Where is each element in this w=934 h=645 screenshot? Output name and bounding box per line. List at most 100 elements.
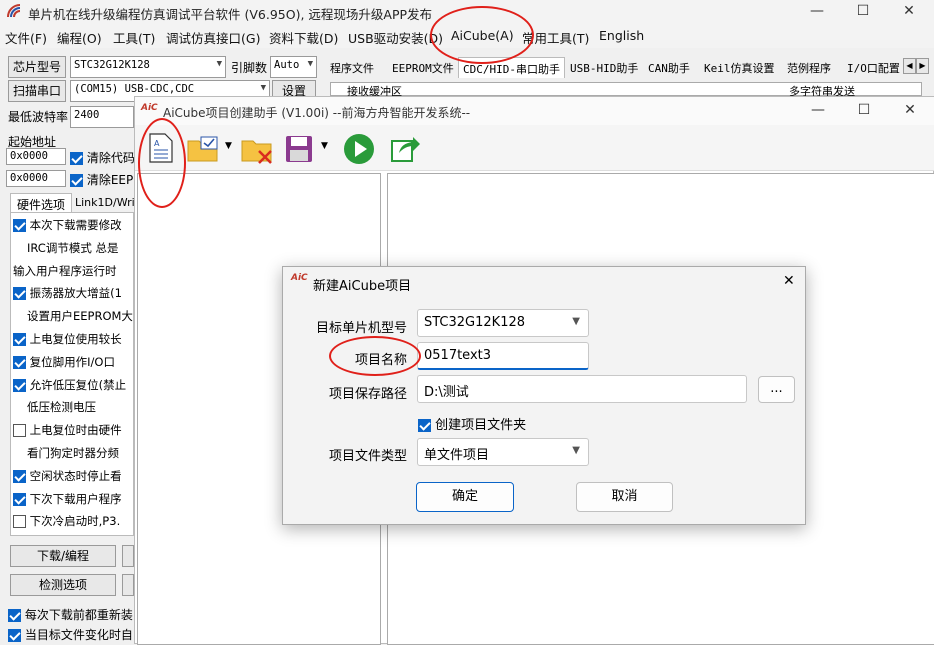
tab-can[interactable]: CAN助手	[644, 57, 694, 78]
reload-before-download-label: 每次下载前都重新装	[24, 608, 133, 622]
checkbox-icon	[13, 333, 26, 346]
hardware-option-label: 下次下载用户程序	[29, 491, 122, 506]
export-icon[interactable]	[391, 133, 421, 163]
close-project-icon[interactable]	[241, 135, 275, 165]
browse-button[interactable]: ...	[758, 376, 795, 403]
pins-label: 引脚数	[231, 61, 268, 75]
main-window-title: 单片机在线升级编程仿真调试平台软件 (V6.95O), 远程现场升级APP发布	[28, 7, 433, 22]
create-folder-option[interactable]: 创建项目文件夹	[418, 414, 526, 433]
app-logo-icon	[7, 4, 21, 18]
tab-scroll-right-button[interactable]: ▶	[916, 58, 929, 74]
cancel-button[interactable]: 取消	[576, 482, 673, 512]
aicube-maximize-button[interactable]: ☐	[841, 99, 887, 123]
aicube-minimize-button[interactable]: —	[795, 99, 841, 123]
clear-code-label: 清除代码	[86, 151, 135, 165]
pins-select[interactable]: Auto ▼	[270, 56, 317, 78]
open-project-icon[interactable]	[187, 135, 221, 163]
dialog-close-icon[interactable]: ✕	[783, 273, 795, 289]
tab-eeprom-file[interactable]: EEPROM文件	[388, 57, 458, 78]
hardware-option-item[interactable]: 本次下载需要修改	[11, 217, 133, 237]
eeprom-address-value: 0x0000	[10, 172, 48, 184]
hardware-option-item[interactable]: 振荡器放大增益(1	[11, 285, 133, 305]
close-button[interactable]: ✕	[886, 0, 932, 24]
hardware-option-item: 看门狗定时器分频	[11, 445, 133, 465]
hardware-option-item[interactable]: 下次冷启动时,P3.	[11, 513, 133, 533]
chevron-down-icon[interactable]: ▼	[225, 141, 232, 151]
tab-program-file[interactable]: 程序文件	[326, 57, 378, 78]
minimize-button[interactable]: —	[794, 0, 840, 24]
hardware-option-item: 设置用户EEPROM大	[11, 308, 133, 328]
hardware-option-label: 上电复位使用较长	[29, 332, 122, 346]
baud-select[interactable]: 2400	[70, 106, 134, 128]
hardware-option-item[interactable]: 空闲状态时停止看	[11, 468, 133, 488]
tab-link1d[interactable]: Link1D/Wri	[75, 196, 135, 209]
tab-usb-hid[interactable]: USB-HID助手	[566, 57, 642, 78]
mcu-model-value: STC32G12K128	[424, 315, 526, 330]
detect-extra-button[interactable]	[122, 574, 134, 596]
chevron-down-icon: ▼	[572, 316, 580, 327]
aicube-close-button[interactable]: ✕	[887, 99, 933, 123]
menu-tools[interactable]: 工具(T)	[113, 28, 155, 47]
checkbox-icon	[70, 174, 83, 187]
hardware-option-item[interactable]: 复位脚用作I/O口	[11, 354, 133, 374]
detect-options-button[interactable]: 检测选项	[10, 574, 116, 596]
menu-debug[interactable]: 调试仿真接口(G)	[166, 28, 260, 47]
code-address-input[interactable]: 0x0000	[6, 148, 66, 165]
checkbox-icon	[13, 355, 26, 369]
menu-usb-driver[interactable]: USB驱动安装(D)	[348, 28, 443, 47]
save-path-input[interactable]: D:\测试	[417, 375, 747, 403]
chip-model-select[interactable]: STC32G12K128 ▼	[70, 56, 226, 78]
hardware-options-list: 本次下载需要修改 IRC调节模式 总是输入用户程序运行时 振荡器放大增益(1 设置用…	[10, 212, 134, 536]
chevron-down-icon: ▼	[216, 59, 222, 69]
download-program-button[interactable]: 下载/编程	[10, 545, 116, 567]
hardware-option-item[interactable]: 上电复位使用较长	[11, 331, 133, 351]
mcu-model-label: 目标单片机型号	[316, 321, 408, 336]
file-type-select[interactable]: 单文件项目 ▼	[417, 438, 589, 466]
hardware-option-item[interactable]: 允许低压复位(禁止	[11, 377, 133, 397]
save-icon[interactable]	[285, 135, 313, 163]
aicube-logo-icon: AiC	[141, 103, 158, 113]
hardware-option-label: 上电复位时由硬件	[29, 423, 122, 438]
clear-eeprom-option[interactable]: 清除EEPR	[70, 171, 142, 188]
reload-on-change-option[interactable]: 当目标文件变化时自	[8, 626, 133, 643]
main-tabs: 程序文件 EEPROM文件 CDC/HID-串口助手 USB-HID助手 CAN…	[318, 55, 934, 79]
menu-english[interactable]: English	[599, 28, 644, 43]
checkbox-icon	[13, 287, 26, 301]
new-project-dialog: AiC 新建AiCube项目 ✕ 目标单片机型号 STC32G12K128 ▼ 项…	[282, 266, 806, 525]
reload-before-download-option[interactable]: 每次下载前都重新装	[8, 606, 133, 623]
hardware-option-item[interactable]: 下次下载用户程序	[11, 491, 133, 511]
maximize-button[interactable]: ☐	[840, 0, 886, 24]
aicube-window-title: AiCube项目创建助手 (V1.00i) --前海方舟智能开发系统--	[163, 106, 471, 120]
chip-model-label: 芯片型号	[8, 56, 66, 78]
download-extra-button[interactable]	[122, 545, 134, 567]
menu-program[interactable]: 编程(O)	[57, 28, 102, 47]
menu-download[interactable]: 资料下载(D)	[269, 28, 338, 47]
run-icon[interactable]	[343, 133, 375, 165]
tab-examples[interactable]: 范例程序	[783, 57, 835, 78]
tab-io-config[interactable]: I/O口配置	[843, 57, 903, 78]
tab-scroll-left-button[interactable]: ◀	[903, 58, 916, 74]
hardware-option-item[interactable]: 上电复位时由硬件	[11, 422, 133, 442]
checkbox-icon	[13, 424, 26, 438]
chevron-down-icon: ▼	[307, 59, 313, 69]
chip-model-value: STC32G12K128	[74, 59, 150, 71]
clear-code-option[interactable]: 清除代码	[70, 149, 135, 166]
ok-button[interactable]: 确定	[416, 482, 514, 512]
reload-on-change-label: 当目标文件变化时自	[24, 628, 133, 642]
hardware-option-label: 空闲状态时停止看	[29, 468, 122, 483]
baud-value: 2400	[74, 109, 100, 121]
project-name-input[interactable]: 0517text3	[417, 342, 589, 370]
menu-file[interactable]: 文件(F)	[5, 28, 47, 47]
port-value: (COM15) USB-CDC,CDC	[74, 83, 195, 95]
scan-port-button[interactable]: 扫描串口	[8, 80, 66, 102]
hardware-option-label: 输入用户程序运行时	[13, 263, 117, 278]
serial-panel-header: 接收缓冲区 多字符串发送	[330, 82, 922, 98]
eeprom-address-input[interactable]: 0x0000	[6, 170, 66, 187]
tab-keil-settings[interactable]: Keil仿真设置	[700, 57, 779, 78]
mcu-model-select[interactable]: STC32G12K128 ▼	[417, 309, 589, 337]
hardware-option-label: 低压检测电压	[27, 400, 96, 415]
chevron-down-icon[interactable]: ▼	[321, 141, 328, 151]
hardware-option-label: 允许低压复位(禁止	[29, 377, 127, 392]
hardware-option-item: IRC调节模式 总是	[11, 240, 133, 260]
hardware-option-item: 低压检测电压	[11, 399, 133, 419]
